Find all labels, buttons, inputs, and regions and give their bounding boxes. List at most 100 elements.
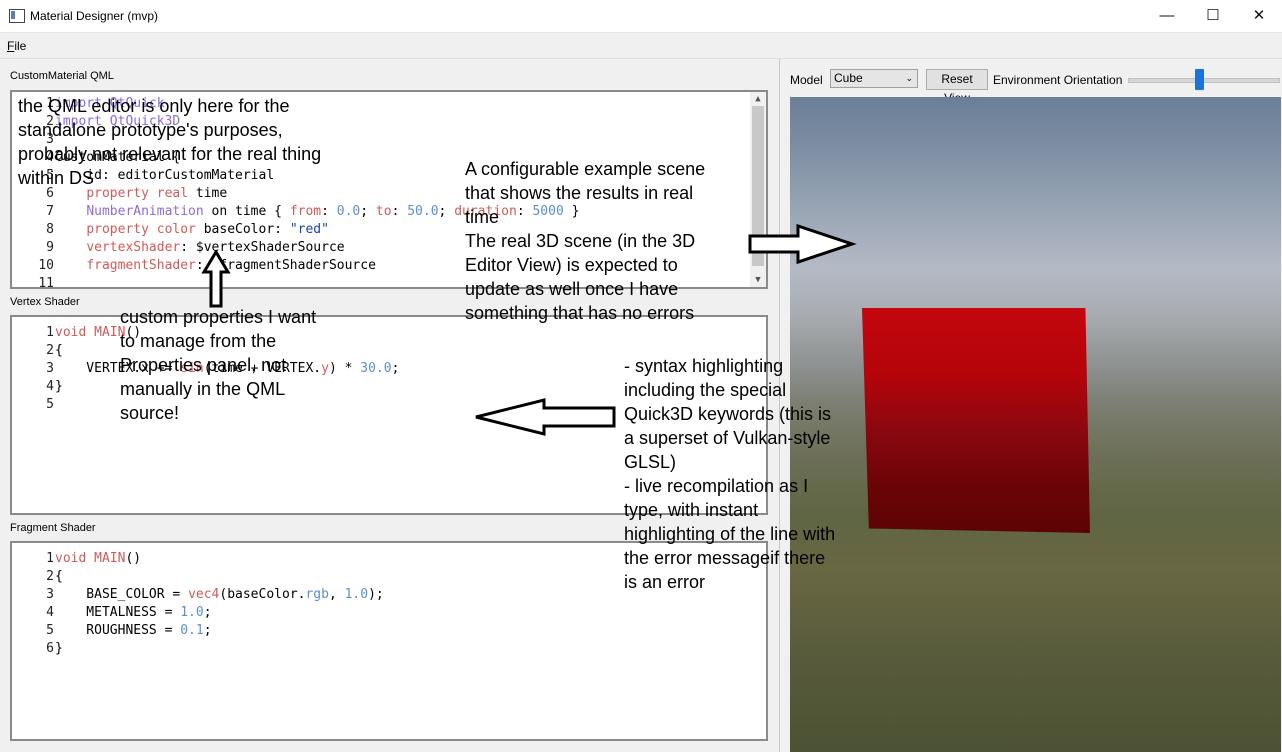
line-number: 2 bbox=[46, 569, 54, 584]
code-text: { bbox=[55, 343, 63, 358]
menu-file[interactable]: File bbox=[7, 39, 26, 53]
code-token: { bbox=[55, 343, 63, 358]
code-token: vertexShader bbox=[86, 240, 181, 255]
model-select-value: Cube bbox=[834, 71, 863, 85]
code-token: 0.0 bbox=[336, 204, 361, 219]
code-token: : bbox=[391, 204, 408, 219]
vertex-line: 4} bbox=[12, 379, 63, 397]
code-token: void MAIN bbox=[55, 325, 126, 340]
fragment-shader-label: Fragment Shader bbox=[10, 522, 96, 534]
code-text: METALNESS = 1.0; bbox=[55, 605, 212, 620]
environment-orientation-label: Environment Orientation bbox=[993, 73, 1123, 87]
line-number: 5 bbox=[46, 397, 54, 412]
code-token: () bbox=[125, 551, 142, 566]
code-token: ROUGHNESS = bbox=[55, 623, 181, 638]
code-token: ); bbox=[368, 587, 384, 602]
code-token: ; bbox=[203, 623, 212, 638]
chevron-down-icon: ⌄ bbox=[905, 73, 913, 83]
close-button[interactable]: ✕ bbox=[1236, 0, 1282, 31]
line-number: 2 bbox=[46, 343, 54, 358]
code-token: vec4 bbox=[188, 587, 220, 602]
vertex-line: 5 bbox=[12, 397, 55, 415]
model-select[interactable]: Cube ⌄ bbox=[830, 69, 918, 88]
arrow-up-icon bbox=[201, 250, 231, 308]
line-number: 8 bbox=[46, 222, 54, 237]
qml-line: 10 fragmentShader: $fragmentShaderSource bbox=[12, 258, 376, 276]
line-number: 6 bbox=[46, 641, 54, 656]
code-text: { bbox=[55, 569, 63, 584]
window-title: Material Designer (mvp) bbox=[30, 9, 159, 23]
code-token: 1.0 bbox=[344, 587, 369, 602]
line-number: 4 bbox=[46, 379, 54, 394]
app-icon bbox=[9, 9, 25, 23]
model-label: Model bbox=[790, 73, 823, 87]
arrow-right-icon bbox=[748, 224, 857, 265]
code-token: on time { bbox=[203, 204, 290, 219]
code-token: BASE_COLOR = bbox=[55, 587, 189, 602]
code-token: } bbox=[55, 641, 63, 656]
code-text: property color baseColor: "red" bbox=[55, 222, 329, 237]
qml-line: 9 vertexShader: $vertexShaderSource bbox=[12, 240, 344, 258]
environment-orientation-slider[interactable] bbox=[1128, 78, 1280, 83]
menu-bar: File bbox=[0, 33, 1282, 59]
code-token: ; bbox=[203, 605, 212, 620]
code-token: fragmentShader bbox=[86, 258, 196, 273]
maximize-button[interactable]: ☐ bbox=[1190, 0, 1236, 31]
line-number: 3 bbox=[46, 361, 54, 376]
scroll-up-icon[interactable]: ▲ bbox=[750, 92, 766, 106]
code-token: ; bbox=[360, 204, 376, 219]
code-token: void MAIN bbox=[55, 551, 126, 566]
code-token: rgb bbox=[305, 587, 329, 602]
qml-line: 8 property color baseColor: "red" bbox=[12, 222, 329, 240]
annotation-props-note: custom properties I want to manage from … bbox=[120, 307, 317, 423]
fragment-line: 6} bbox=[12, 641, 63, 659]
line-number: 11 bbox=[38, 276, 54, 289]
code-text: void MAIN() bbox=[55, 551, 141, 566]
code-token: 50.0 bbox=[407, 204, 439, 219]
fragment-line: 4 METALNESS = 1.0; bbox=[12, 605, 212, 623]
annotation-qml-note: the QML editor is only here for the stan… bbox=[18, 96, 322, 188]
code-token: { bbox=[55, 569, 63, 584]
fragment-line: 5 ROUGHNESS = 0.1; bbox=[12, 623, 212, 641]
line-number: 3 bbox=[46, 587, 54, 602]
qml-line: 11 bbox=[12, 276, 55, 289]
code-token: to bbox=[375, 204, 392, 219]
fragment-line: 1void MAIN() bbox=[12, 551, 141, 569]
code-token: ; bbox=[391, 361, 400, 376]
code-token: (baseColor. bbox=[219, 587, 306, 602]
line-number: 1 bbox=[46, 551, 54, 566]
line-number: 5 bbox=[46, 623, 54, 638]
line-number: 7 bbox=[46, 204, 54, 219]
code-token: : bbox=[321, 204, 337, 219]
line-number: 1 bbox=[46, 325, 54, 340]
menu-file-label: ile bbox=[14, 39, 27, 53]
code-token: from bbox=[289, 204, 322, 219]
vertex-line: 2{ bbox=[12, 343, 63, 361]
code-token: , bbox=[328, 587, 345, 602]
code-text: } bbox=[55, 641, 63, 656]
annotation-syntax-note: - syntax highlighting including the spec… bbox=[624, 356, 836, 592]
code-token: } bbox=[55, 379, 63, 394]
code-token: ; bbox=[438, 204, 455, 219]
annotation-scene-note: A configurable example scene that shows … bbox=[465, 159, 706, 323]
line-number: 10 bbox=[38, 258, 54, 273]
code-token: NumberAnimation bbox=[86, 204, 204, 219]
code-token: baseColor: bbox=[195, 222, 290, 237]
code-token: 1.0 bbox=[180, 605, 204, 620]
red-cube-model bbox=[862, 308, 1090, 533]
code-token: METALNESS = bbox=[55, 605, 181, 620]
line-number: 9 bbox=[46, 240, 54, 255]
code-text: BASE_COLOR = vec4(baseColor.rgb, 1.0); bbox=[55, 587, 384, 602]
code-text: } bbox=[55, 379, 63, 394]
title-bar: Material Designer (mvp) — ☐ ✕ bbox=[0, 0, 1282, 33]
line-number: 4 bbox=[46, 605, 54, 620]
slider-handle[interactable] bbox=[1194, 69, 1204, 90]
minimize-button[interactable]: — bbox=[1144, 0, 1190, 31]
vertex-shader-label: Vertex Shader bbox=[10, 296, 80, 308]
fragment-line: 3 BASE_COLOR = vec4(baseColor.rgb, 1.0); bbox=[12, 587, 384, 605]
code-text: ROUGHNESS = 0.1; bbox=[55, 623, 212, 638]
reset-view-button[interactable]: Reset View bbox=[926, 69, 988, 105]
